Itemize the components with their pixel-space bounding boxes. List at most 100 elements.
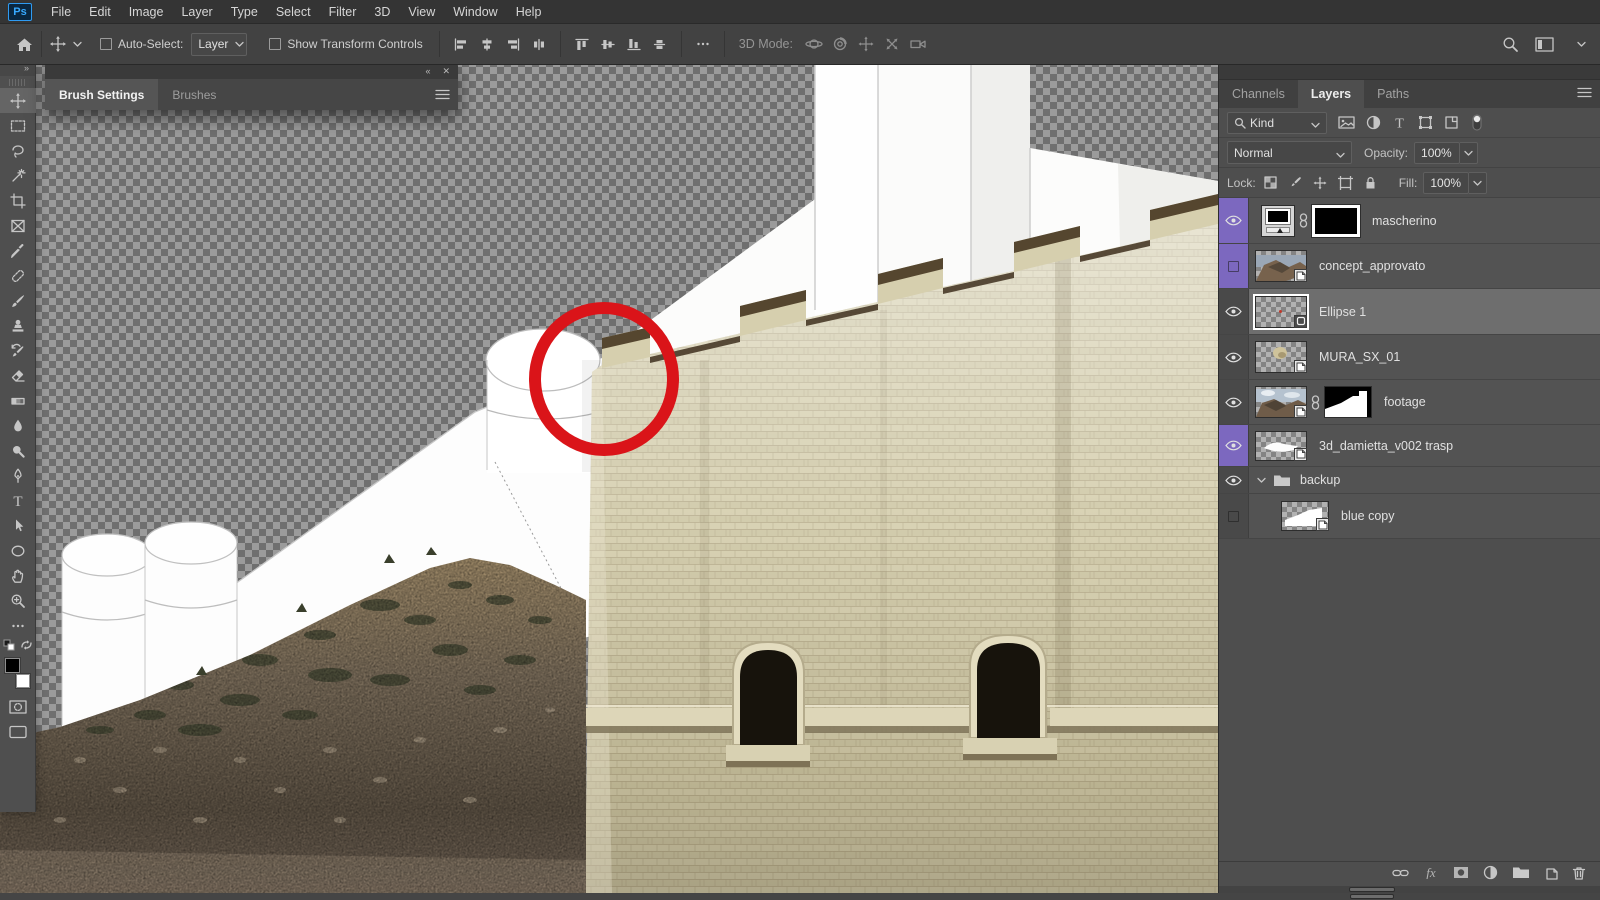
layer-row-concept-approvato[interactable]: concept_approvato [1219, 244, 1600, 289]
lock-pixels-icon[interactable] [1289, 176, 1302, 189]
menu-select[interactable]: Select [267, 0, 320, 24]
lock-transparency-icon[interactable] [1264, 176, 1278, 189]
auto-select-checkbox[interactable] [100, 38, 112, 50]
tool-ellipse-shape[interactable] [0, 538, 36, 563]
lock-position-icon[interactable] [1313, 176, 1327, 190]
3d-roll-icon[interactable] [827, 32, 853, 57]
tool-eraser[interactable] [0, 363, 36, 388]
filter-adjustment-layers-icon[interactable] [1366, 115, 1381, 130]
menu-window[interactable]: Window [444, 0, 506, 24]
blend-mode-dropdown[interactable]: Normal [1227, 141, 1352, 164]
layer-row-ellipse-1[interactable]: Ellipse 1 [1219, 289, 1600, 335]
layer-style-fx-icon[interactable]: fx [1423, 866, 1439, 882]
3d-slide-icon[interactable] [879, 32, 905, 57]
layer-mask-link-icon[interactable] [1299, 213, 1308, 228]
add-layer-mask-icon[interactable] [1453, 866, 1469, 882]
menu-layer[interactable]: Layer [172, 0, 221, 24]
tool-brush[interactable] [0, 288, 36, 313]
tool-gradient[interactable] [0, 388, 36, 413]
background-color-swatch[interactable] [16, 674, 30, 688]
layer-row-3d-damietta[interactable]: 3d_damietta_v002 trasp [1219, 425, 1600, 467]
align-left-icon[interactable] [448, 32, 474, 57]
visibility-toggle[interactable] [1219, 244, 1249, 288]
menu-image[interactable]: Image [120, 0, 173, 24]
tool-healing-brush[interactable] [0, 263, 36, 288]
lock-all-icon[interactable] [1364, 176, 1377, 190]
panel-menu-icon[interactable] [435, 87, 450, 105]
tool-dodge[interactable] [0, 438, 36, 463]
distribute-vertical-icon[interactable] [647, 32, 673, 57]
tool-clone-stamp[interactable] [0, 313, 36, 338]
tab-brush-settings[interactable]: Brush Settings [45, 79, 158, 110]
new-layer-icon[interactable] [1544, 866, 1558, 883]
align-right-icon[interactable] [500, 32, 526, 57]
tool-eyedropper[interactable] [0, 238, 36, 263]
visibility-toggle[interactable] [1219, 289, 1249, 334]
toolbar-grip[interactable] [9, 79, 27, 86]
visibility-toggle[interactable] [1219, 380, 1249, 424]
menu-help[interactable]: Help [507, 0, 551, 24]
filter-type-layers-icon[interactable]: T [1392, 115, 1407, 130]
new-group-icon[interactable] [1512, 866, 1530, 882]
delete-layer-icon[interactable] [1572, 866, 1586, 883]
visibility-toggle[interactable] [1219, 494, 1249, 538]
layer-thumbnail[interactable] [1255, 341, 1307, 373]
layer-name[interactable]: backup [1300, 473, 1340, 487]
search-icon[interactable] [1502, 36, 1519, 53]
align-top-icon[interactable] [569, 32, 595, 57]
tool-blur[interactable] [0, 413, 36, 438]
tool-zoom[interactable] [0, 588, 36, 613]
lock-artboard-icon[interactable] [1338, 176, 1353, 190]
workspace-switcher-icon[interactable] [1535, 37, 1554, 52]
collapse-panel-icon[interactable]: « [425, 66, 430, 76]
tab-paths[interactable]: Paths [1364, 80, 1422, 108]
opacity-dropdown-button[interactable] [1460, 142, 1478, 164]
filter-pixel-layers-icon[interactable] [1338, 115, 1355, 130]
screen-mode-button[interactable] [0, 719, 36, 744]
filter-shape-layers-icon[interactable] [1418, 115, 1433, 130]
tool-rectangular-marquee[interactable] [0, 113, 36, 138]
visibility-toggle[interactable] [1219, 467, 1249, 493]
layer-mask-link-icon[interactable] [1311, 395, 1320, 410]
filter-toggle-switch[interactable] [1470, 114, 1484, 132]
layer-name[interactable]: mascherino [1372, 214, 1437, 228]
chevron-down-icon[interactable] [73, 40, 82, 49]
3d-pan-icon[interactable] [853, 32, 879, 57]
link-layers-icon[interactable] [1392, 867, 1409, 881]
opacity-value[interactable]: 100% [1414, 142, 1460, 164]
swap-colors-icon[interactable] [20, 638, 33, 656]
layer-row-blue-copy[interactable]: blue copy [1219, 494, 1600, 539]
fill-dropdown-button[interactable] [1469, 172, 1487, 194]
document-canvas[interactable] [0, 60, 1218, 893]
layer-mask-thumbnail[interactable] [1324, 386, 1372, 418]
tool-type[interactable]: T [0, 488, 36, 513]
adjustment-layer-thumbnail[interactable] [1261, 205, 1295, 237]
layer-name[interactable]: Ellipse 1 [1319, 305, 1366, 319]
visibility-toggle[interactable] [1219, 425, 1249, 466]
tool-lasso[interactable] [0, 138, 36, 163]
filter-smart-objects-icon[interactable] [1444, 115, 1459, 130]
tool-history-brush[interactable] [0, 338, 36, 363]
group-expand-chevron[interactable] [1257, 476, 1266, 484]
layer-row-mura-sx-01[interactable]: MURA_SX_01 [1219, 335, 1600, 380]
layer-thumbnail[interactable] [1281, 501, 1329, 531]
photoshop-logo[interactable]: Ps [8, 3, 32, 21]
shape-layer-thumbnail[interactable] [1255, 296, 1307, 328]
layer-mask-thumbnail[interactable] [1312, 205, 1360, 237]
menu-edit[interactable]: Edit [80, 0, 120, 24]
move-tool-preset-icon[interactable] [50, 36, 66, 52]
layer-name[interactable]: blue copy [1341, 509, 1395, 523]
scrollbar-thumb[interactable] [1349, 887, 1395, 892]
tool-hand[interactable] [0, 563, 36, 588]
foreground-color-swatch[interactable] [5, 658, 20, 673]
layer-row-mascherino[interactable]: mascherino [1219, 198, 1600, 244]
layer-thumbnail[interactable] [1255, 250, 1307, 282]
tab-brushes[interactable]: Brushes [158, 79, 230, 110]
menu-filter[interactable]: Filter [320, 0, 366, 24]
quick-mask-button[interactable] [0, 694, 36, 719]
fill-value[interactable]: 100% [1423, 172, 1469, 194]
more-options-icon[interactable] [690, 32, 716, 57]
horizontal-scrollbar[interactable] [0, 893, 1600, 900]
layer-name[interactable]: concept_approvato [1319, 259, 1425, 273]
tab-channels[interactable]: Channels [1219, 80, 1298, 108]
